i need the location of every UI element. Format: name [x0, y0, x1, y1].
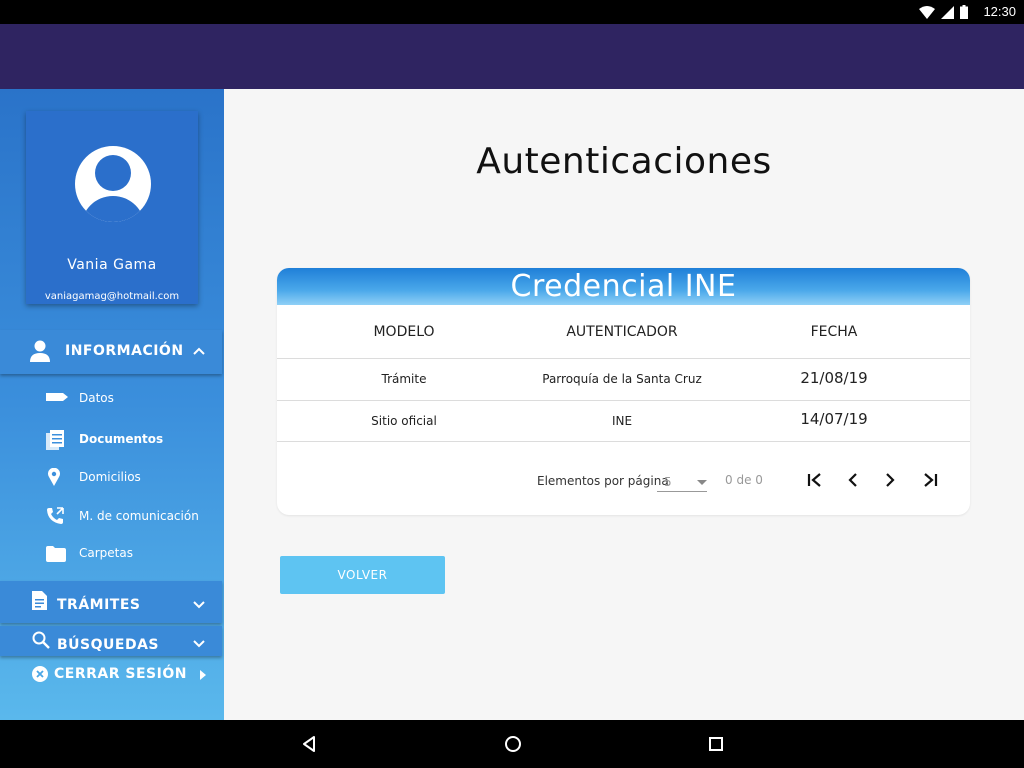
sidebar-item-carpetas[interactable]: Carpetas [0, 539, 224, 569]
avatar [75, 146, 151, 222]
status-icons [919, 5, 968, 19]
home-circle-icon [505, 736, 521, 752]
cell-modelo: Sitio oficial [371, 414, 437, 428]
cell-autenticador: INE [611, 414, 633, 428]
nav-recents-button[interactable] [704, 732, 728, 756]
logout-button[interactable]: CERRAR SESIÓN [0, 659, 224, 689]
search-icon [32, 631, 50, 649]
user-icon [30, 340, 50, 362]
sidebar-item-documentos[interactable]: Documentos [0, 425, 224, 455]
logout-label: CERRAR SESIÓN [54, 666, 187, 682]
sidebar-item-label: Datos [79, 391, 114, 405]
row-divider [277, 358, 970, 359]
sidebar-item-label: Documentos [79, 432, 164, 446]
chevron-right-icon [886, 473, 895, 487]
sidebar-item-comunicacion[interactable]: M. de comunicación [0, 502, 224, 532]
app-bar [0, 24, 1024, 89]
signal-icon [941, 5, 954, 19]
cell-fecha: 14/07/19 [800, 410, 868, 428]
paginator-range: 0 de 0 [725, 473, 763, 487]
sidebar-item-datos[interactable]: Datos [0, 384, 224, 414]
location-pin-icon [48, 468, 60, 486]
document-icon [32, 591, 47, 610]
nav-back-button[interactable] [297, 732, 321, 756]
sidebar-section-label: INFORMACIÓN [65, 343, 184, 359]
chevron-left-icon [848, 473, 857, 487]
column-header-autenticador: AUTENTICADOR [566, 324, 678, 340]
row-divider [277, 400, 970, 401]
paginator-label: Elementos por página [537, 474, 669, 488]
profile-card: Vania Gama vaniagamag@hotmail.com [26, 111, 198, 304]
folder-icon [46, 546, 66, 562]
wifi-icon [919, 5, 935, 19]
sidebar: Vania Gama vaniagamag@hotmail.com INFORM… [0, 89, 224, 720]
last-page-icon [924, 473, 938, 487]
cell-autenticador: Parroquía de la Santa Cruz [542, 372, 702, 386]
chevron-right-icon [200, 670, 206, 680]
back-triangle-icon [303, 736, 315, 752]
sidebar-section-label: TRÁMITES [57, 597, 141, 613]
nav-home-button[interactable] [501, 732, 525, 756]
chevron-down-icon [193, 640, 205, 648]
sidebar-item-label: Domicilios [79, 470, 141, 484]
cell-fecha: 21/08/19 [800, 369, 868, 387]
profile-email: vaniagamag@hotmail.com [44, 291, 180, 302]
last-page-button[interactable] [917, 467, 943, 493]
tag-icon [46, 393, 68, 401]
phone-icon [47, 507, 64, 524]
sidebar-item-label: M. de comunicación [79, 509, 199, 523]
column-header-fecha: FECHA [810, 324, 858, 340]
main-content: Autenticaciones Credencial INE MODELO AU… [224, 89, 1024, 720]
battery-icon [960, 5, 968, 19]
navigation-bar [0, 720, 1024, 768]
sidebar-item-label: Carpetas [79, 546, 133, 560]
dropdown-arrow-icon [697, 480, 707, 485]
previous-page-button[interactable] [840, 467, 866, 493]
column-header-modelo: MODELO [373, 324, 435, 340]
row-divider [277, 441, 970, 442]
chevron-down-icon [193, 601, 205, 609]
sidebar-section-informacion[interactable]: INFORMACIÓN [0, 330, 222, 374]
documents-icon [46, 430, 64, 450]
close-circle-icon [32, 666, 48, 682]
page-size-value: 5 [664, 475, 672, 489]
back-button[interactable]: VOLVER [280, 556, 445, 594]
cell-modelo: Trámite [381, 372, 427, 386]
page-title: Autenticaciones [476, 141, 772, 182]
sidebar-section-busquedas[interactable]: BÚSQUEDAS [0, 626, 222, 656]
status-time: 12:30 [983, 4, 1016, 19]
chevron-up-icon [193, 347, 205, 355]
profile-name: Vania Gama [67, 257, 157, 273]
recents-square-icon [709, 737, 723, 751]
page-size-select[interactable]: 5 [657, 472, 707, 492]
sidebar-section-label: BÚSQUEDAS [57, 637, 159, 653]
next-page-button[interactable] [877, 467, 903, 493]
first-page-icon [807, 473, 821, 487]
sidebar-item-domicilios[interactable]: Domicilios [0, 463, 224, 493]
status-bar: 12:30 [0, 0, 1024, 24]
first-page-button[interactable] [802, 467, 828, 493]
sidebar-section-tramites[interactable]: TRÁMITES [0, 581, 222, 623]
card-header: Credencial INE [277, 268, 970, 305]
authentications-card: Credencial INE MODELO AUTENTICADOR FECHA… [277, 268, 970, 515]
